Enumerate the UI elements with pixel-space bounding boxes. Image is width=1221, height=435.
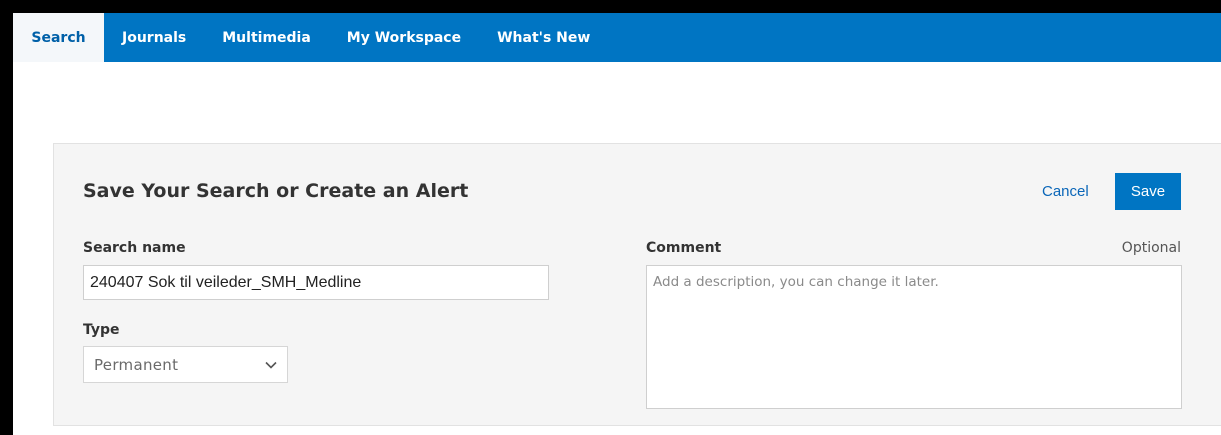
save-search-panel: Save Your Search or Create an Alert Canc… (53, 143, 1221, 426)
tab-my-workspace[interactable]: My Workspace (329, 13, 479, 62)
type-selected-value: Permanent (94, 355, 179, 374)
save-button[interactable]: Save (1115, 173, 1181, 210)
window-top-border (0, 0, 1221, 13)
tab-journals[interactable]: Journals (104, 13, 204, 62)
type-label: Type (83, 322, 120, 338)
search-name-label: Search name (83, 240, 186, 256)
chevron-down-icon (265, 359, 277, 371)
main-navigation: Search Journals Multimedia My Workspace … (13, 13, 1221, 62)
comment-label: Comment (646, 240, 722, 256)
cancel-link[interactable]: Cancel (1042, 183, 1089, 200)
comment-textarea[interactable] (646, 265, 1182, 409)
search-name-input[interactable] (83, 265, 549, 300)
window-left-border (0, 0, 13, 435)
tab-multimedia[interactable]: Multimedia (204, 13, 329, 62)
dialog-title: Save Your Search or Create an Alert (83, 180, 469, 202)
tab-whats-new[interactable]: What's New (479, 13, 608, 62)
optional-hint: Optional (1121, 240, 1181, 256)
type-select[interactable]: Permanent (83, 346, 288, 383)
tab-search[interactable]: Search (13, 13, 104, 62)
